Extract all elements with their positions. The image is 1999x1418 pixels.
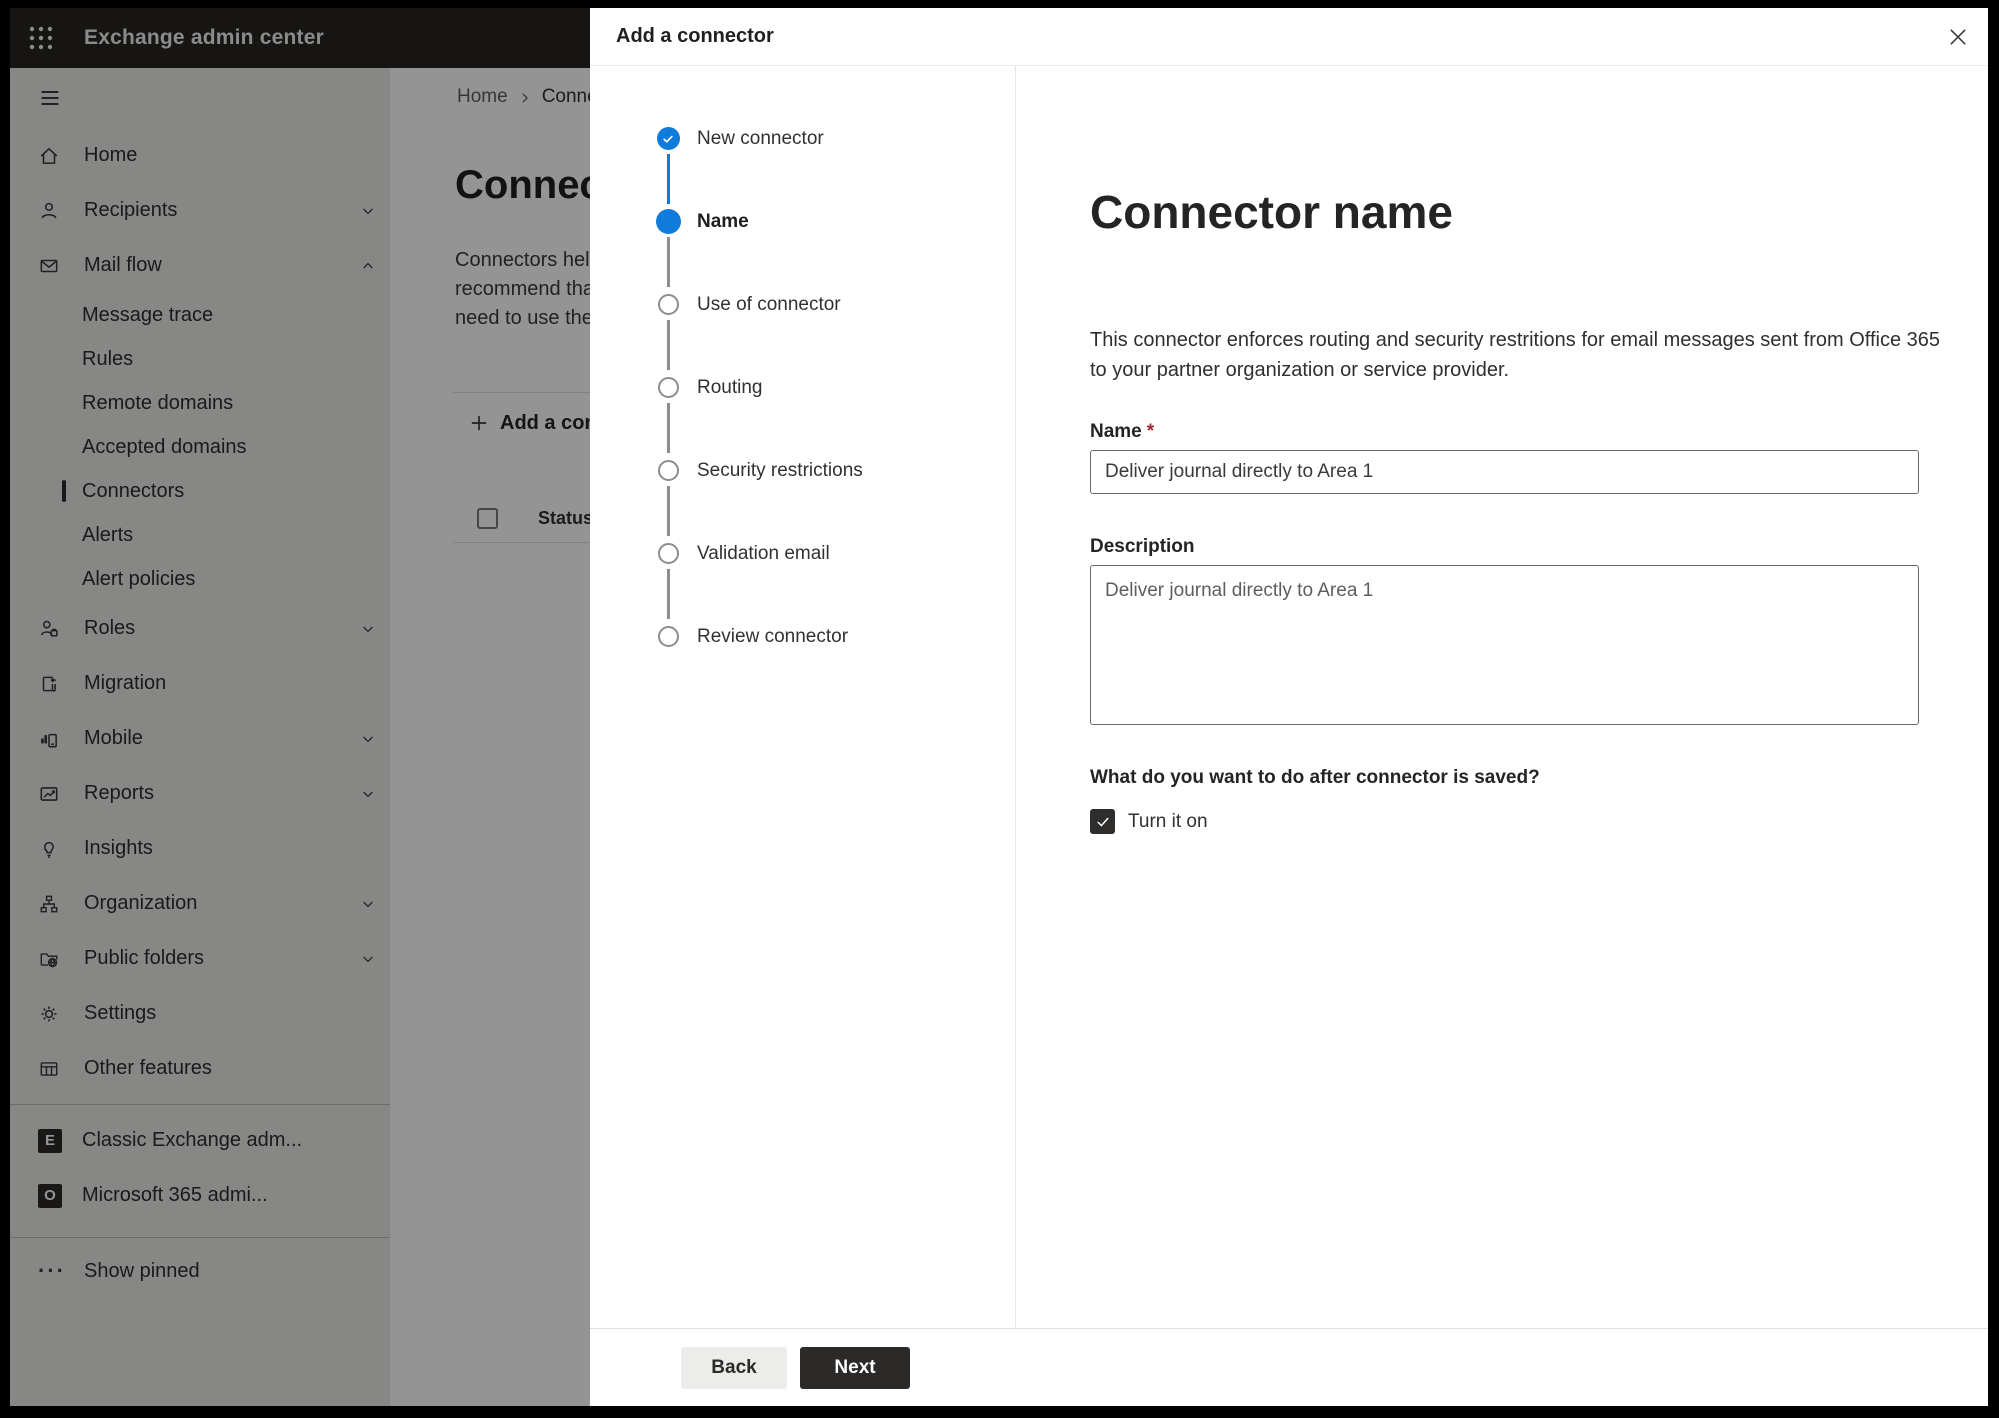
close-button[interactable] [1942,21,1974,53]
modal-title: Add a connector [616,25,774,47]
wizard-step-label: Name [697,210,749,232]
checkmark-icon [1095,814,1111,830]
wizard-step-validation-email: Validation email [590,512,1015,619]
name-field-label: Name * [1090,421,1988,443]
wizard-steps: New connector Name Use of connector Rout… [590,66,1016,1328]
wizard-step-label: Security restrictions [697,459,863,481]
wizard-step-new-connector: New connector [590,97,1015,204]
required-asterisk: * [1146,421,1155,442]
description-field-label: Description [1090,536,1195,557]
wizard-step-review-connector: Review connector [590,595,1015,678]
step-completed-icon [656,127,680,150]
after-save-question: What do you want to do after connector i… [1090,767,1540,788]
name-label-text: Name [1090,421,1142,442]
modal-body: New connector Name Use of connector Rout… [590,66,1988,1328]
step-upcoming-icon [657,294,679,315]
wizard-step-label: Use of connector [697,293,841,315]
name-input[interactable] [1090,450,1919,494]
wizard-step-use-of-connector: Use of connector [590,263,1015,370]
turn-it-on-label: Turn it on [1128,810,1208,832]
step-upcoming-icon [657,626,679,647]
turn-it-on-checkbox[interactable] [1090,809,1115,834]
add-connector-modal: Add a connector New connector Name Use o… [590,8,1988,1406]
wizard-step-name: Name [590,180,1015,287]
wizard-step-security-restrictions: Security restrictions [590,429,1015,536]
wizard-step-routing: Routing [590,346,1015,453]
wizard-step-label: Review connector [697,625,849,647]
turn-it-on-option[interactable]: Turn it on [1090,809,1988,834]
wizard-step-label: Routing [697,376,763,398]
back-button[interactable]: Back [681,1347,787,1389]
close-icon [1945,24,1971,50]
wizard-step-label: New connector [697,127,824,149]
step-upcoming-icon [657,377,679,398]
modal-header: Add a connector [590,8,1988,66]
connector-name-heading: Connector name [1090,186,1453,238]
modal-content: Connector name This connector enforces r… [1016,66,1988,1328]
screen: Exchange admin center Home Recipients Ma… [10,8,1988,1406]
next-button[interactable]: Next [800,1347,910,1389]
step-upcoming-icon [657,543,679,564]
step-upcoming-icon [657,460,679,481]
step-current-icon [655,209,681,234]
connector-description-text: This connector enforces routing and secu… [1090,329,1941,381]
description-textarea[interactable]: Deliver journal directly to Area 1 [1090,565,1919,725]
wizard-step-label: Validation email [697,542,830,564]
modal-footer: Back Next [590,1328,1988,1406]
